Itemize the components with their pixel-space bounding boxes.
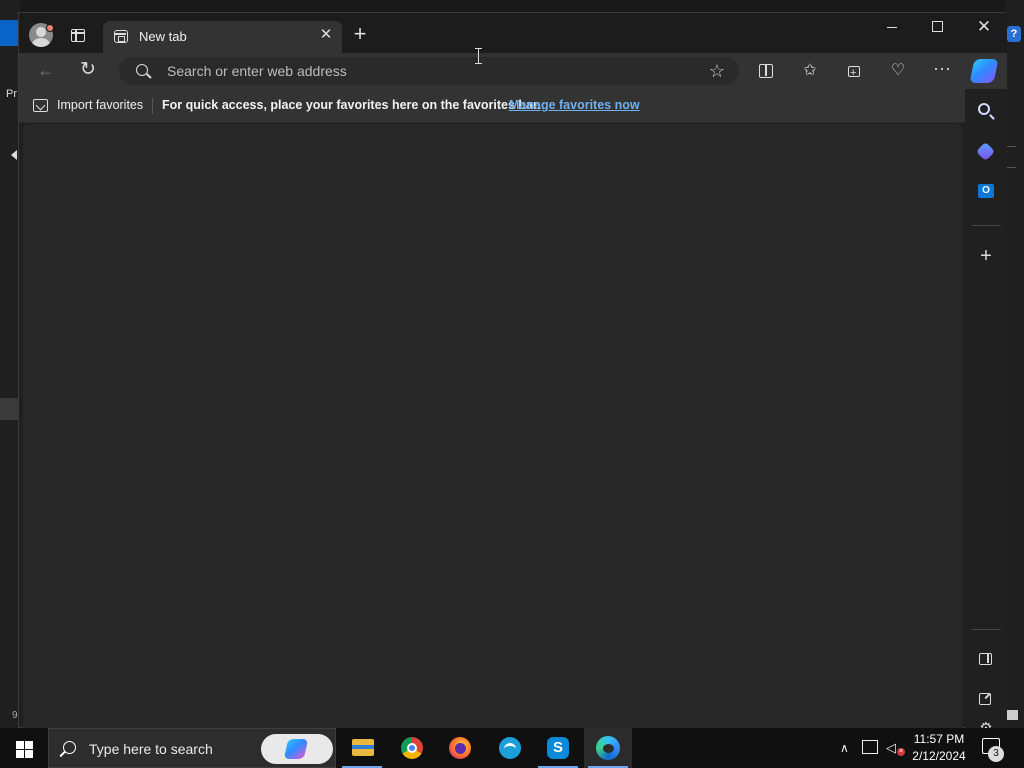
taskbar-search-box[interactable]: Type here to search bbox=[48, 728, 336, 768]
windows-logo-icon bbox=[25, 741, 33, 749]
avatar-body bbox=[32, 38, 50, 47]
minimize-button[interactable] bbox=[869, 13, 915, 43]
sidebar-add-button[interactable]: + bbox=[975, 245, 997, 267]
search-icon bbox=[136, 64, 148, 76]
split-screen-icon bbox=[759, 64, 773, 78]
text-cursor-icon bbox=[475, 48, 482, 64]
maximize-icon bbox=[932, 21, 943, 32]
sidebar-search-button[interactable] bbox=[975, 101, 997, 123]
finance-app-icon bbox=[499, 737, 521, 759]
windows-logo-icon bbox=[25, 750, 33, 758]
sidebar-games-button[interactable] bbox=[975, 141, 997, 163]
skype-button[interactable]: S bbox=[534, 728, 582, 768]
network-icon[interactable] bbox=[862, 740, 878, 754]
file-explorer-icon bbox=[352, 739, 374, 756]
games-icon bbox=[975, 141, 996, 162]
copilot-icon[interactable] bbox=[969, 59, 999, 83]
tab-title: New tab bbox=[139, 29, 187, 44]
chrome-icon bbox=[401, 737, 423, 759]
background-selected-row bbox=[0, 398, 18, 420]
maximize-button[interactable] bbox=[915, 13, 961, 43]
file-explorer-button[interactable] bbox=[338, 728, 386, 768]
new-tab-page-icon bbox=[114, 30, 128, 43]
windows-logo-icon bbox=[16, 750, 24, 758]
import-favorites-icon[interactable] bbox=[33, 99, 48, 112]
background-window-left: Pr 9 bbox=[0, 0, 20, 728]
new-tab-button[interactable]: + bbox=[349, 23, 371, 46]
windows-taskbar: Type here to search S ∧ ◁ × 11:57 PM 2/12… bbox=[0, 728, 1024, 768]
background-widget-icon bbox=[1006, 710, 1018, 720]
import-favorites-button[interactable]: Import favorites bbox=[57, 98, 143, 112]
close-window-button[interactable]: ✕ bbox=[961, 13, 1007, 43]
firefox-icon bbox=[449, 737, 471, 759]
skype-icon: S bbox=[547, 737, 569, 759]
system-clock[interactable]: 11:57 PM 2/12/2024 bbox=[906, 731, 972, 765]
tab-actions-icon[interactable] bbox=[71, 29, 85, 42]
taskbar-search-placeholder: Type here to search bbox=[89, 741, 213, 757]
favorites-divider bbox=[152, 98, 153, 114]
sidebar-divider bbox=[971, 225, 1001, 226]
sidebar-panel-icon bbox=[979, 653, 992, 665]
clock-date: 2/12/2024 bbox=[912, 749, 966, 763]
edge-icon bbox=[596, 736, 620, 760]
search-icon bbox=[63, 741, 76, 754]
refresh-button[interactable]: ↻ bbox=[80, 60, 100, 80]
avatar-head bbox=[36, 27, 46, 37]
chrome-button[interactable] bbox=[388, 728, 436, 768]
volume-muted-icon[interactable]: ◁ × bbox=[886, 740, 905, 756]
browser-essentials-button[interactable]: ♡ bbox=[888, 61, 908, 81]
address-input[interactable] bbox=[167, 57, 687, 85]
windows-logo-icon bbox=[16, 741, 24, 749]
sidebar-outlook-button[interactable]: O bbox=[975, 181, 997, 203]
favorites-button[interactable]: ✩ bbox=[800, 61, 820, 81]
show-hidden-icons-chevron-up-icon[interactable]: ∧ bbox=[840, 740, 849, 756]
add-favorite-star-icon[interactable]: ☆ bbox=[709, 61, 725, 82]
notification-count-badge: 3 bbox=[988, 746, 1004, 762]
settings-and-more-button[interactable]: ··· bbox=[932, 59, 952, 81]
edge-button[interactable] bbox=[584, 728, 632, 768]
open-external-button[interactable] bbox=[975, 689, 997, 711]
collapse-arrow-icon bbox=[11, 150, 17, 160]
page-content-area[interactable] bbox=[23, 124, 962, 729]
edge-sidebar: O + ⚙ bbox=[965, 89, 1007, 737]
collections-icon bbox=[848, 63, 860, 83]
start-button[interactable] bbox=[0, 728, 48, 768]
minimize-icon bbox=[887, 27, 897, 28]
split-screen-button[interactable] bbox=[756, 61, 776, 81]
outlook-icon: O bbox=[978, 184, 994, 198]
help-icon: ? bbox=[1007, 26, 1021, 42]
finance-app-button[interactable] bbox=[486, 728, 534, 768]
manage-favorites-link[interactable]: Manage favorites now bbox=[509, 98, 640, 112]
sidebar-divider bbox=[971, 629, 1001, 630]
back-button[interactable]: ← bbox=[37, 61, 57, 81]
background-window-number: 9 bbox=[12, 710, 18, 721]
title-bar: New tab ✕ + ✕ bbox=[19, 13, 1007, 53]
background-field bbox=[1006, 146, 1016, 168]
address-bar[interactable]: ☆ bbox=[119, 57, 739, 85]
copilot-icon bbox=[283, 739, 309, 759]
background-window-right: ? bbox=[1006, 0, 1024, 728]
background-app-icon bbox=[0, 20, 18, 46]
copilot-button[interactable] bbox=[261, 734, 333, 764]
collections-button[interactable] bbox=[844, 61, 864, 83]
sidebar-search-icon bbox=[978, 103, 990, 115]
navigation-toolbar: ← ↻ ☆ ✩ ♡ ··· bbox=[19, 53, 1007, 89]
hide-sidebar-button[interactable] bbox=[975, 649, 997, 671]
profile-notification-dot bbox=[46, 24, 54, 32]
tab-new-tab[interactable]: New tab ✕ bbox=[103, 21, 342, 53]
favorites-bar: Import favorites For quick access, place… bbox=[19, 89, 1007, 123]
close-tab-icon[interactable]: ✕ bbox=[318, 27, 334, 43]
external-link-icon bbox=[979, 693, 991, 705]
favorites-hint-text: For quick access, place your favorites h… bbox=[162, 98, 541, 112]
firefox-button[interactable] bbox=[436, 728, 484, 768]
background-window-label: Pr bbox=[6, 88, 17, 100]
muted-badge-icon: × bbox=[897, 748, 905, 756]
edge-browser-window: New tab ✕ + ✕ ← ↻ ☆ ✩ ♡ ··· Import favor… bbox=[18, 12, 1007, 737]
clock-time: 11:57 PM bbox=[913, 732, 965, 746]
